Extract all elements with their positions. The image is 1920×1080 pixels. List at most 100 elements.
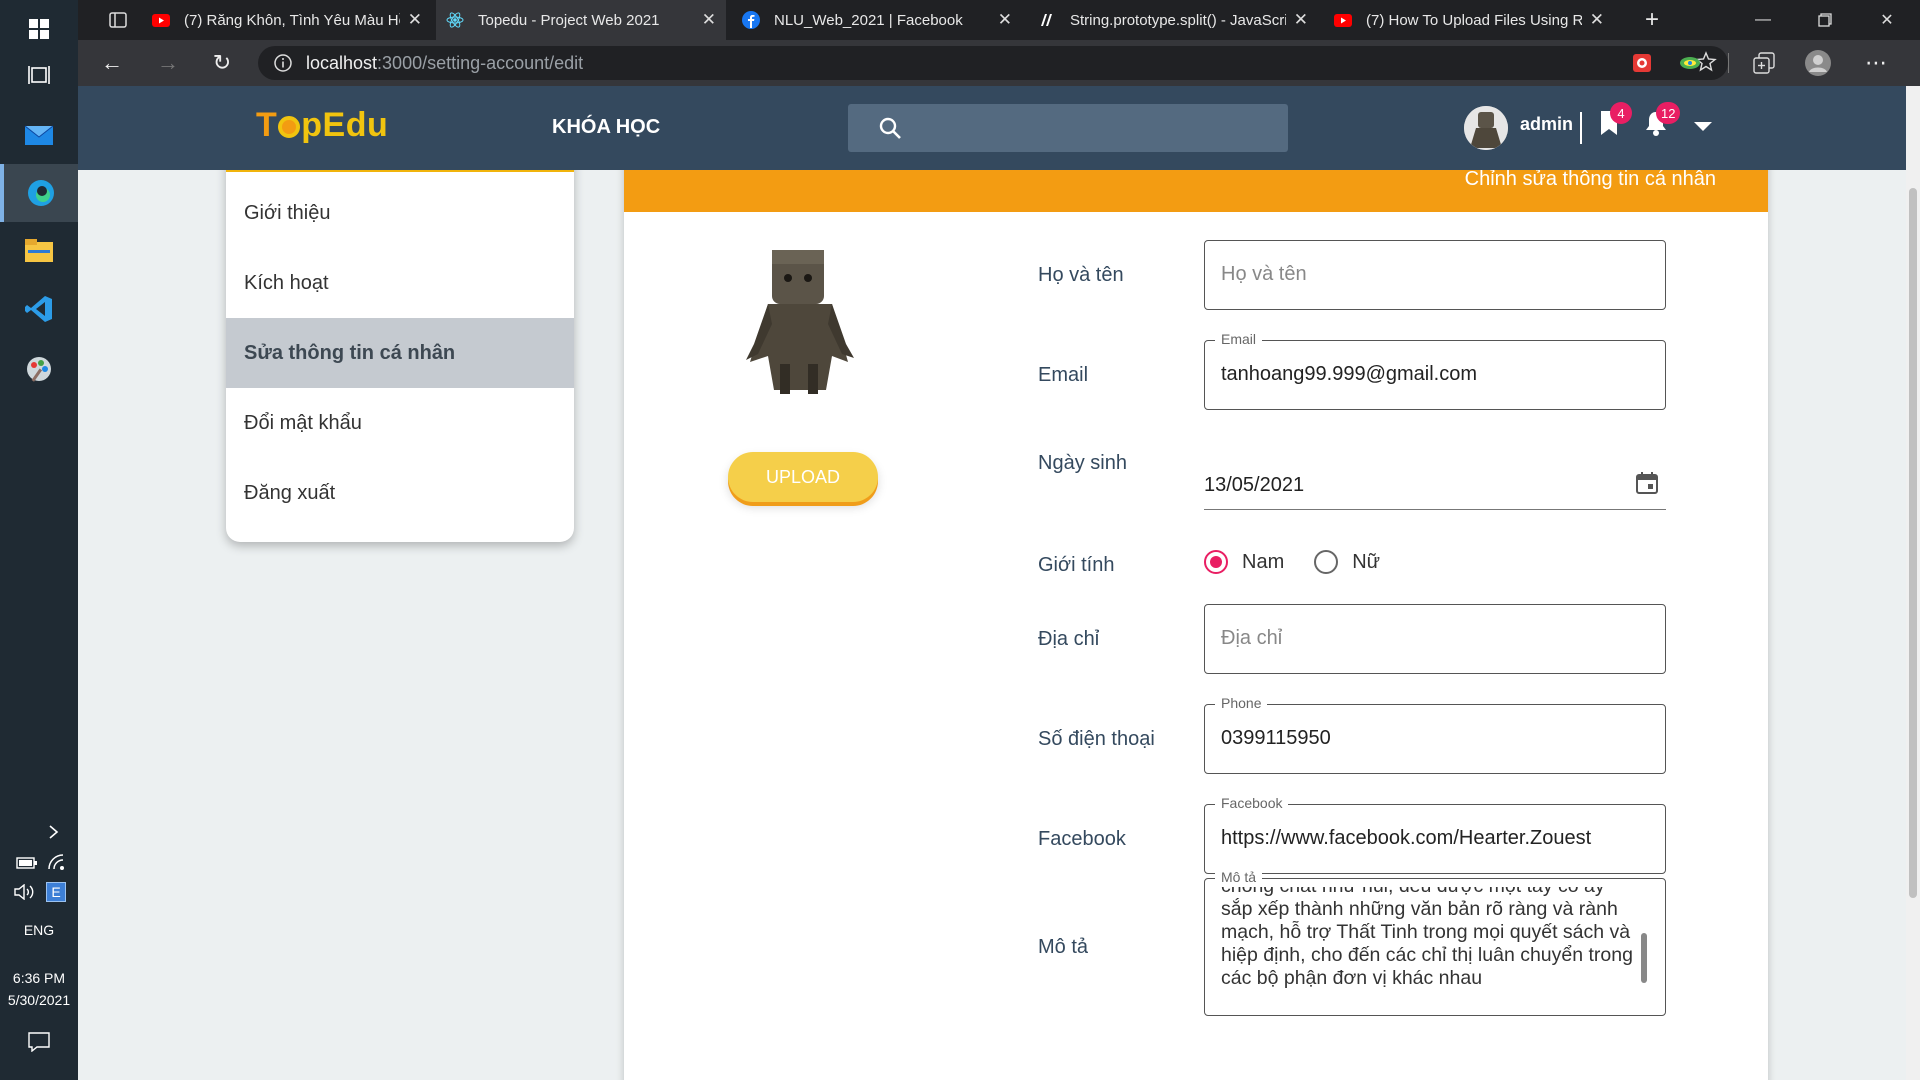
profile-button[interactable] [1802, 48, 1834, 78]
palette-icon [27, 357, 51, 382]
email-label: Email [1038, 364, 1089, 386]
minimize-icon: — [1755, 11, 1771, 28]
username[interactable]: admin [1520, 114, 1573, 135]
taskbar-vscode-app[interactable] [0, 280, 78, 338]
close-tab-icon[interactable]: ✕ [702, 10, 716, 30]
windows-taskbar: E ENG 6:36 PM 5/30/2021 [0, 0, 78, 1080]
address-label: Địa chỉ [1038, 628, 1100, 650]
tab-actions-icon [109, 12, 127, 28]
refresh-button[interactable]: ↻ [206, 48, 238, 78]
windows-logo-icon [29, 19, 49, 39]
extension-button[interactable] [1626, 48, 1658, 78]
fullname-field[interactable]: Họ và tên [1204, 240, 1666, 310]
wifi-icon[interactable] [48, 854, 66, 875]
settings-more-button[interactable]: ⋯ [1860, 48, 1892, 78]
settings-sidebar: Giới thiệu Kích hoạt Sửa thông tin cá nh… [226, 146, 574, 542]
extension-red-icon [1633, 54, 1651, 72]
notification-button[interactable]: 12 [1644, 102, 1681, 141]
user-menu-dropdown-icon[interactable] [1694, 122, 1712, 131]
taskbar-paint-app[interactable] [0, 340, 78, 398]
back-arrow-icon: ← [101, 50, 123, 75]
facebook-field[interactable]: Facebook https://www.facebook.com/Hearte… [1204, 795, 1666, 874]
tab-actions-button[interactable] [98, 0, 138, 40]
collections-button[interactable] [1748, 48, 1780, 78]
show-hidden-icons-chevron-icon[interactable] [48, 824, 60, 845]
email-field[interactable]: Email tanhoang99.999@gmail.com [1204, 331, 1666, 410]
description-label: Mô tả [1038, 936, 1089, 958]
tab-title: String.prototype.split() - JavaScript [1070, 11, 1286, 29]
description-scrollbar[interactable] [1641, 933, 1647, 983]
minimize-button[interactable]: — [1732, 0, 1794, 40]
page-scrollbar-thumb[interactable] [1909, 188, 1917, 898]
close-tab-icon[interactable]: ✕ [1294, 10, 1308, 30]
bookmark-badge: 4 [1610, 102, 1632, 124]
sidebar-item-activate[interactable]: Kích hoạt [226, 248, 574, 318]
user-avatar[interactable] [1464, 106, 1508, 150]
facebook-legend: Facebook [1215, 795, 1289, 811]
forward-button[interactable]: → [152, 48, 184, 78]
volume-icon[interactable] [14, 883, 36, 905]
language-indicator[interactable]: ENG [0, 922, 78, 938]
calendar-icon[interactable] [1634, 470, 1660, 501]
dob-field[interactable]: 13/05/2021 [1204, 464, 1666, 510]
youtube-icon [152, 11, 170, 29]
site-logo[interactable]: TpEdu [256, 106, 388, 145]
browser-tab-4[interactable]: (7) How To Upload Files Using React ✕ [1324, 0, 1614, 40]
site-header: TpEdu KHÓA HỌC admin 4 12 [78, 86, 1920, 170]
url-field[interactable]: localhost:3000/setting-account/edit [258, 46, 1728, 80]
facebook-value: https://www.facebook.com/Hearter.Zouest [1221, 827, 1592, 849]
new-tab-button[interactable]: + [1632, 0, 1672, 40]
description-scroll-area: chồng chất như núi, đều được một tay cô … [1221, 887, 1641, 991]
gender-female-radio[interactable] [1314, 550, 1339, 574]
back-button[interactable]: ← [96, 48, 128, 78]
more-horizontal-icon: ⋯ [1865, 50, 1887, 75]
sidebar-item-edit-profile[interactable]: Sửa thông tin cá nhân [226, 318, 574, 388]
email-legend: Email [1215, 331, 1263, 347]
clock-time[interactable]: 6:36 PM [0, 970, 78, 986]
close-tab-icon[interactable]: ✕ [1590, 10, 1604, 30]
task-view-button[interactable] [0, 46, 78, 104]
battery-icon[interactable] [16, 856, 38, 875]
browser-tab-0[interactable]: (7) Răng Khôn, Tình Yêu Màu Hồng ✕ [142, 0, 432, 40]
clock-date[interactable]: 5/30/2021 [0, 992, 78, 1008]
info-icon[interactable] [274, 54, 292, 72]
nav-courses-link[interactable]: KHÓA HỌC [552, 116, 660, 139]
gender-male-radio[interactable] [1204, 550, 1228, 574]
bookmark-button[interactable]: 4 [1598, 102, 1632, 141]
phone-field[interactable]: Phone 0399115950 [1204, 695, 1666, 774]
page-scrollbar[interactable] [1906, 86, 1920, 1080]
browser-tab-2[interactable]: NLU_Web_2021 | Facebook ✕ [732, 0, 1022, 40]
description-textarea[interactable]: Mô tả chồng chất như núi, đều được một t… [1204, 869, 1666, 1016]
search-input[interactable] [848, 104, 1288, 152]
dob-label: Ngày sinh [1038, 452, 1127, 474]
sidebar-item-logout[interactable]: Đăng xuất [226, 458, 574, 528]
taskbar-mail-app[interactable] [0, 106, 78, 164]
phone-label: Số điện thoại [1038, 728, 1155, 750]
gender-female-label[interactable]: Nữ [1352, 551, 1380, 574]
folder-icon [25, 239, 53, 262]
gender-label: Giới tính [1038, 554, 1115, 576]
email-value: tanhoang99.999@gmail.com [1221, 363, 1478, 385]
browser-tab-3[interactable]: String.prototype.split() - JavaScript ✕ [1028, 0, 1318, 40]
fullname-label: Họ và tên [1038, 264, 1124, 286]
youtube-icon [1334, 11, 1352, 29]
extension-button[interactable] [1674, 48, 1706, 78]
web-page: Giới thiệu Kích hoạt Sửa thông tin cá nh… [78, 86, 1920, 1080]
sidebar-item-intro[interactable]: Giới thiệu [226, 178, 574, 248]
maximize-button[interactable] [1794, 0, 1856, 40]
input-method-icon[interactable]: E [46, 882, 66, 902]
dob-value: 13/05/2021 [1204, 474, 1305, 496]
action-center-icon[interactable] [28, 1032, 50, 1057]
address-field[interactable]: Địa chỉ [1204, 604, 1666, 674]
tab-title: Topedu - Project Web 2021 [478, 11, 660, 29]
sidebar-item-change-password[interactable]: Đổi mật khẩu [226, 388, 574, 458]
upload-button[interactable]: UPLOAD [728, 452, 878, 502]
taskbar-edge-app[interactable] [0, 164, 78, 222]
taskbar-explorer-app[interactable] [0, 222, 78, 280]
close-tab-icon[interactable]: ✕ [998, 10, 1012, 30]
logo-text-start: T [256, 106, 278, 144]
browser-tab-1[interactable]: Topedu - Project Web 2021 ✕ [436, 0, 726, 40]
close-tab-icon[interactable]: ✕ [408, 10, 422, 30]
gender-male-label[interactable]: Nam [1242, 551, 1284, 574]
close-window-button[interactable]: ✕ [1856, 0, 1918, 40]
